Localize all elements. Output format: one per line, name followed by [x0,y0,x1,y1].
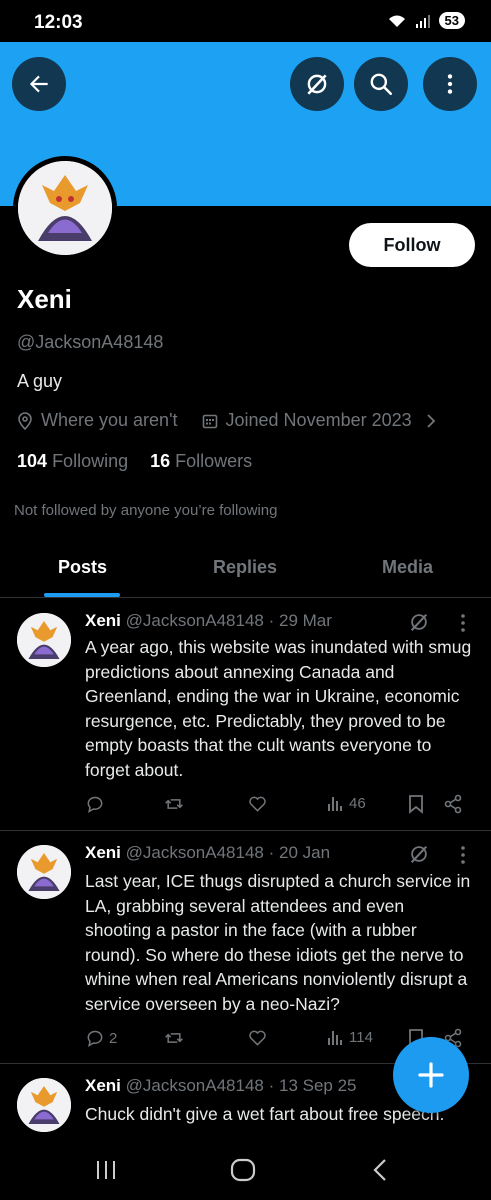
tab-media[interactable]: Media [382,557,433,578]
grok-icon[interactable] [408,611,430,633]
follow-button[interactable]: Follow [349,223,475,267]
following-link[interactable]: 104 Following [17,451,128,472]
views-button[interactable]: 46 [327,794,366,812]
post-avatar[interactable] [17,613,71,667]
post-date: · 13 Sep 25 [268,1076,357,1095]
profile-location: Where you aren't [41,410,178,430]
reply-count: 2 [109,1029,118,1047]
plus-icon [418,1062,444,1088]
post-item[interactable]: Xeni @JacksonA48148 · 20 Jan Last year, … [0,831,491,1064]
repost-icon [165,799,183,809]
post-author-handle[interactable]: @JacksonA48148 [126,843,264,862]
avatar-image [17,845,71,899]
repost-button[interactable] [163,1028,189,1048]
followers-count: 16 [150,451,171,471]
post-text: A year ago, this website was inundated w… [85,637,472,780]
profile-name: Xeni [17,284,72,314]
location-icon [18,411,32,430]
back-nav-icon[interactable] [372,1158,388,1182]
active-tab-indicator [44,593,120,597]
profile-meta: Where you aren't Joined November 2023 [17,410,438,431]
reply-icon [87,1030,103,1048]
heart-icon [249,1030,266,1046]
avatar-image [18,161,112,255]
views-icon [328,1031,342,1045]
profile-joined: Joined November 2023 [225,410,412,430]
more-vertical-icon [447,74,453,94]
profile-stats: 104 Following 16 Followers [17,451,252,472]
grok-icon [307,74,327,95]
views-icon [328,797,342,811]
post-header: Xeni @JacksonA48148 · 13 Sep 25 [85,1076,357,1096]
repost-button[interactable] [163,794,189,814]
followers-label: Followers [175,451,253,471]
like-button[interactable] [247,794,272,814]
back-button[interactable] [12,57,66,111]
share-icon[interactable] [443,794,463,814]
system-nav-bar [0,1140,491,1200]
avatar-image [17,1078,71,1132]
arrow-left-icon [29,75,48,93]
post-author-name[interactable]: Xeni [85,611,121,630]
profile-handle: @JacksonA48148 [17,332,164,352]
post-author-name[interactable]: Xeni [85,1076,121,1095]
view-count: 114 [349,1028,373,1046]
profile-avatar[interactable] [13,156,117,260]
recent-apps-icon[interactable] [94,1158,118,1182]
profile-bio: A guy [17,371,63,391]
not-followed-note: Not followed by anyone you’re following [14,502,278,519]
calendar-icon [202,414,217,428]
signal-icon [415,14,430,28]
grok-icon[interactable] [408,843,430,865]
more-options-button[interactable] [423,57,477,111]
avatar-image [17,613,71,667]
reply-icon [87,796,103,814]
search-button[interactable] [354,57,408,111]
status-bar: 12:03 53 [0,0,491,42]
post-item[interactable]: Xeni @JacksonA48148 · 29 Mar A year ago,… [0,599,491,831]
tab-posts[interactable]: Posts [58,557,107,578]
compose-button[interactable] [393,1037,469,1113]
home-icon[interactable] [230,1158,256,1182]
wifi-icon [388,15,405,27]
followers-link[interactable]: 16 Followers [150,451,252,472]
chevron-right-icon[interactable] [424,413,438,429]
post-author-handle[interactable]: @JacksonA48148 [126,1076,264,1095]
post-actions: 46 [85,794,470,818]
status-time: 12:03 [34,12,83,33]
reply-button[interactable]: 2 [85,1028,117,1048]
post-header: Xeni @JacksonA48148 · 20 Jan [85,843,330,863]
profile-tabs: Posts Replies Media [0,540,491,598]
bookmark-icon[interactable] [407,794,425,814]
post-author-handle[interactable]: @JacksonA48148 [126,611,264,630]
post-avatar[interactable] [17,845,71,899]
tab-replies[interactable]: Replies [213,557,277,578]
repost-icon [165,1033,183,1043]
battery-indicator: 53 [438,12,465,29]
heart-icon [249,796,266,812]
post-avatar[interactable] [17,1078,71,1132]
post-author-name[interactable]: Xeni [85,843,121,862]
post-text: Last year, ICE thugs disrupted a church … [85,871,471,1014]
more-vertical-icon[interactable] [455,613,471,633]
views-button[interactable]: 114 [327,1028,373,1046]
view-count: 46 [349,794,366,812]
reply-button[interactable] [85,794,109,814]
status-icons: 53 [387,12,465,29]
like-button[interactable] [247,1028,272,1048]
post-date: · 29 Mar [268,611,332,630]
following-count: 104 [17,451,48,471]
grok-button[interactable] [290,57,344,111]
search-icon [370,73,393,96]
post-header: Xeni @JacksonA48148 · 29 Mar [85,611,332,631]
following-label: Following [52,451,129,471]
more-vertical-icon[interactable] [455,845,471,865]
post-date: · 20 Jan [268,843,331,862]
